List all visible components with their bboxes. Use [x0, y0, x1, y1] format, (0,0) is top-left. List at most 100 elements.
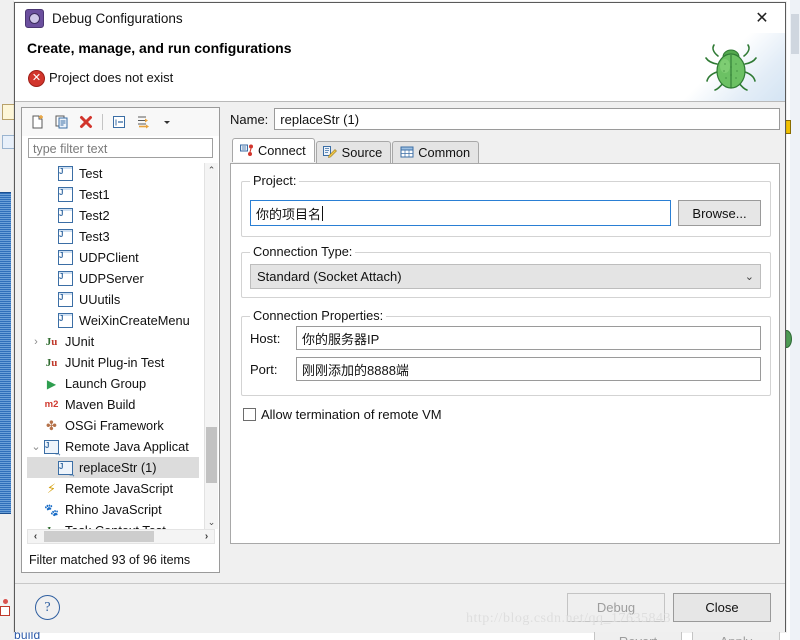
- chevron-down-icon[interactable]: [155, 111, 179, 133]
- debug-gear-icon: [25, 8, 44, 28]
- tree-item[interactable]: ⌄JRemote Java Applicat: [27, 436, 199, 458]
- tree-item[interactable]: J Test2: [27, 205, 199, 226]
- allow-termination-checkbox[interactable]: [243, 408, 256, 421]
- close-icon[interactable]: ✕: [739, 3, 785, 33]
- junit-icon: Ju: [45, 335, 58, 348]
- tree-item-label: OSGi Framework: [65, 418, 164, 433]
- ide-editor-scrollbar[interactable]: [791, 14, 799, 54]
- browse-button[interactable]: Browse...: [678, 200, 761, 226]
- red-x-delete-icon[interactable]: [74, 111, 98, 133]
- tab-common[interactable]: Common: [392, 141, 480, 163]
- configurations-tree[interactable]: J Test J Test1 J Test2 J Test3 J UDPClient J UDPSer…: [27, 163, 215, 529]
- connection-properties-group: Connection Properties: Host: 你的服务器IP Por…: [241, 308, 771, 396]
- configuration-editor-panel: Name: replaceStr (1) Connect Source Comm…: [230, 107, 780, 573]
- dialog-footer: ? Debug Close: [15, 583, 785, 632]
- allow-termination-label: Allow termination of remote VM: [261, 407, 442, 422]
- tree-item[interactable]: ✤ OSGi Framework: [27, 415, 199, 436]
- tree-item-label: Remote JavaScript: [65, 481, 174, 496]
- connection-type-select[interactable]: Standard (Socket Attach) ⌄: [250, 264, 761, 289]
- java-application-icon: J: [57, 292, 74, 308]
- ide-selected-editor-band: [0, 192, 11, 514]
- help-question-icon[interactable]: ?: [35, 595, 60, 620]
- project-group: Project: 你的项目名 Browse...: [241, 173, 771, 237]
- scroll-down-icon[interactable]: ⌄: [205, 515, 218, 529]
- ide-right-edge: [790, 0, 800, 640]
- dialog-content: type filter text J Test J Test1 J Test2 J Test3…: [15, 102, 785, 640]
- tab-source-label: Source: [341, 145, 383, 160]
- tree-item[interactable]: J Test1: [27, 184, 199, 205]
- project-group-label: Project:: [250, 173, 300, 188]
- collapse-all-icon[interactable]: [107, 111, 131, 133]
- tree-item-label: JUnit Plug-in Test: [65, 355, 165, 370]
- tree-vertical-scrollbar[interactable]: ⌃ ⌄: [204, 163, 218, 529]
- tree-item-label: Test: [79, 166, 103, 181]
- tree-item-label: replaceStr (1): [79, 460, 157, 475]
- tree-item[interactable]: J WeiXinCreateMenu: [27, 310, 199, 331]
- port-input[interactable]: 刚刚添加的8888端: [296, 357, 761, 381]
- source-icon: [323, 146, 338, 160]
- scroll-left-icon[interactable]: ‹: [28, 530, 43, 543]
- remote-java-icon: J: [43, 439, 62, 458]
- tree-item[interactable]: JuTask Context Test: [27, 520, 199, 529]
- tree-item[interactable]: J Test3: [27, 226, 199, 247]
- port-input-value: 刚刚添加的8888端: [302, 362, 409, 378]
- java-application-icon: J: [57, 313, 74, 329]
- tab-common-label: Common: [418, 145, 471, 160]
- tree-item-label: JUnit: [65, 334, 95, 349]
- scroll-up-icon[interactable]: ⌃: [205, 163, 218, 177]
- filter-arrows-icon[interactable]: [131, 111, 155, 133]
- chevron-down-icon: ⌄: [744, 271, 754, 283]
- tree-item[interactable]: Ju JUnit Plug-in Test: [27, 352, 199, 373]
- tree-item-label: WeiXinCreateMenu: [79, 313, 190, 328]
- tree-twistie-icon[interactable]: ›: [29, 336, 43, 348]
- tree-item[interactable]: ▶ Launch Group: [27, 373, 199, 394]
- tree-item-label: Remote Java Applicat: [65, 439, 189, 454]
- tree-item[interactable]: m2 Maven Build: [27, 394, 199, 415]
- scroll-right-icon[interactable]: ›: [199, 530, 214, 543]
- java-application-icon: J: [57, 250, 74, 266]
- tree-item[interactable]: J UDPServer: [27, 268, 199, 289]
- status-message: Project does not exist: [49, 70, 174, 85]
- ide-error-marker-icon: [0, 596, 10, 618]
- tree-twistie-icon[interactable]: ⌄: [29, 440, 43, 453]
- connection-properties-label: Connection Properties:: [250, 308, 387, 323]
- common-icon: [399, 146, 414, 160]
- allow-termination-row[interactable]: Allow termination of remote VM: [243, 407, 442, 422]
- search-input[interactable]: type filter text: [28, 138, 213, 158]
- tree-item[interactable]: J Test: [27, 163, 199, 184]
- tree-item[interactable]: › Ju JUnit: [27, 331, 199, 352]
- scrollbar-thumb[interactable]: [206, 427, 217, 483]
- tree-item[interactable]: J UUutils: [27, 289, 199, 310]
- debug-button[interactable]: Debug: [567, 593, 665, 622]
- configurations-tree-panel: type filter text J Test J Test1 J Test2 J Test3…: [21, 107, 220, 573]
- name-label: Name:: [230, 111, 269, 127]
- java-application-icon: J: [57, 271, 74, 287]
- project-input[interactable]: 你的项目名: [250, 200, 671, 226]
- name-input[interactable]: replaceStr (1): [274, 108, 780, 130]
- scrollbar-thumb-horizontal[interactable]: [44, 531, 154, 542]
- green-bug-icon: [705, 44, 757, 91]
- connection-type-group: Connection Type: Standard (Socket Attach…: [241, 244, 771, 298]
- host-input-value: 你的服务器IP: [302, 331, 380, 347]
- tree-item-label: Test3: [79, 229, 110, 244]
- host-input[interactable]: 你的服务器IP: [296, 326, 761, 350]
- tree-item-label: UDPClient: [79, 250, 139, 265]
- remote-java-icon: J: [57, 460, 76, 479]
- close-button-label: Close: [705, 600, 739, 615]
- tab-source[interactable]: Source: [315, 141, 392, 163]
- launch-group-icon: ▶: [46, 376, 57, 391]
- tree-item[interactable]: J UDPClient: [27, 247, 199, 268]
- javascript-icon: ⚡: [46, 480, 57, 496]
- tree-horizontal-scrollbar[interactable]: ‹ ›: [27, 529, 215, 544]
- tab-connect[interactable]: Connect: [232, 138, 315, 162]
- maven-icon: m2: [44, 399, 59, 410]
- apply-button-label: Apply: [720, 634, 753, 640]
- tree-item[interactable]: 🐾 Rhino JavaScript: [27, 499, 199, 520]
- close-button[interactable]: Close: [673, 593, 771, 622]
- copy-icon[interactable]: [50, 111, 74, 133]
- tree-item[interactable]: ⚡ Remote JavaScript: [27, 478, 199, 499]
- new-document-icon[interactable]: [26, 111, 50, 133]
- tree-item-label: Test1: [79, 187, 110, 202]
- osgi-icon: ✤: [46, 417, 57, 433]
- tree-item[interactable]: JreplaceStr (1): [27, 457, 199, 479]
